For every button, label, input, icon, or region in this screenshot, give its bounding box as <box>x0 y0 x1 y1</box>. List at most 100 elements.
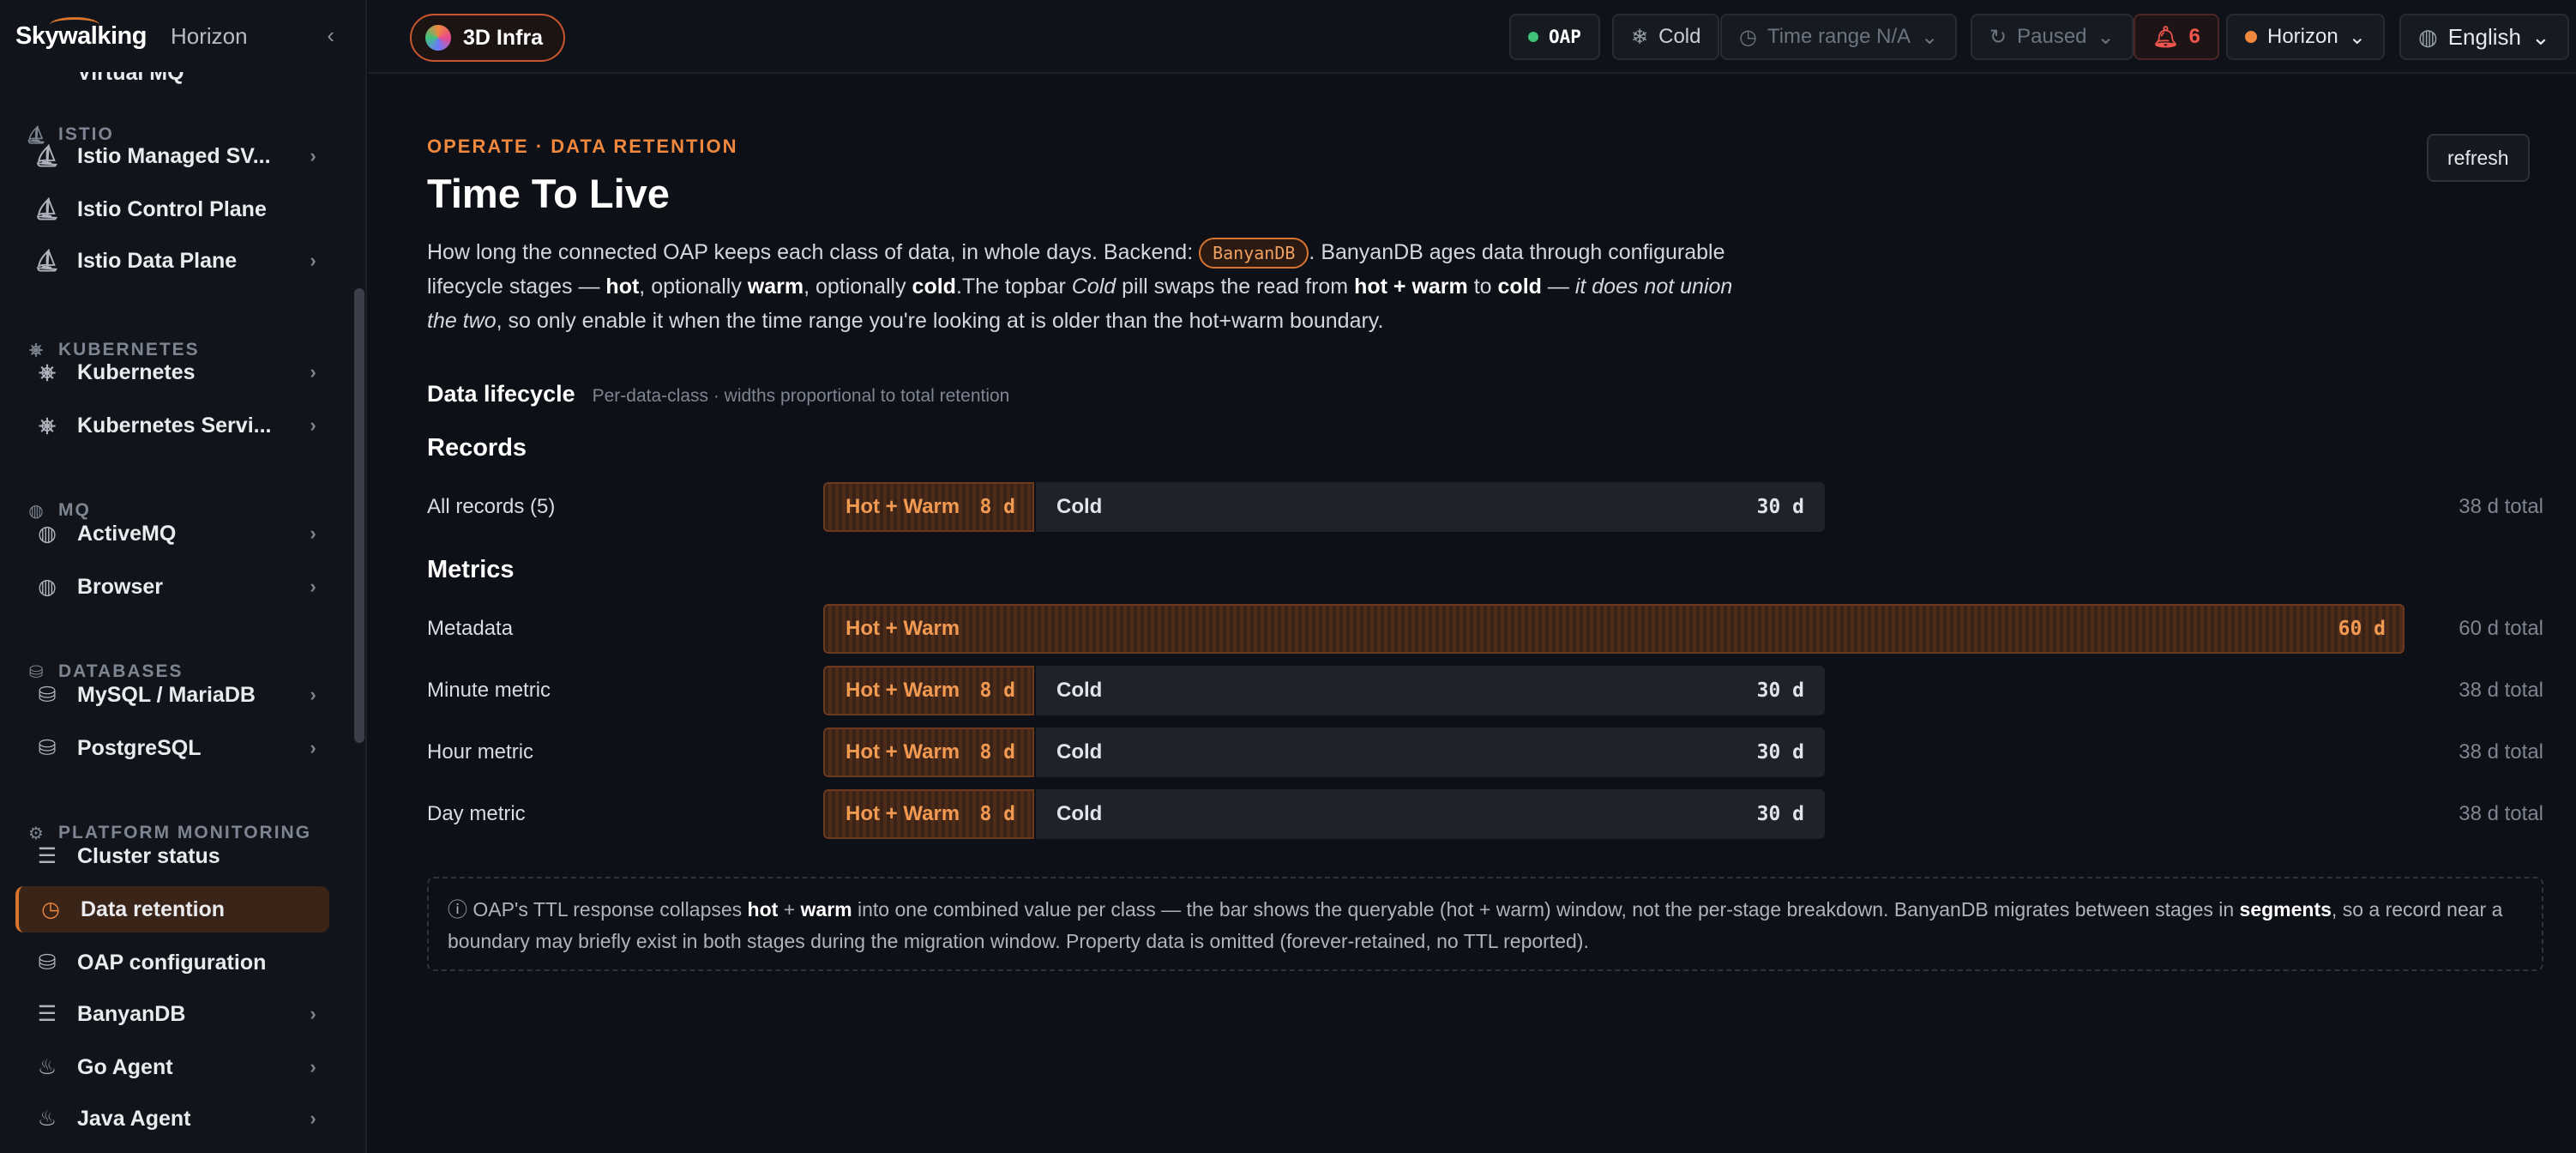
sidebar-item-label: MySQL / MariaDB <box>77 682 256 707</box>
page-description: How long the connected OAP keeps each cl… <box>427 235 1765 338</box>
sidebar-item-oap-configuration[interactable]: ⛁ OAP configuration <box>15 939 329 986</box>
alarms-button[interactable]: 🔔︎ 6 <box>2134 14 2219 60</box>
row-label: Minute metric <box>427 679 551 702</box>
topbar: 3D Infra OAP ❄ Cold ◷ Time range N/A ⌄ ↻… <box>369 0 2576 74</box>
sidebar-item-postgresql[interactable]: ⛁ PostgreSQL › <box>15 725 329 771</box>
cube-icon <box>425 25 451 51</box>
hot-warm-segment: Hot + Warm 8 d <box>823 727 1034 777</box>
layer-selector[interactable]: Horizon ⌄ <box>2226 14 2385 60</box>
chevron-down-icon: ⌄ <box>2097 25 2115 49</box>
main-content: OPERATE · DATA RETENTION refresh Time To… <box>369 75 2576 1153</box>
chevron-down-icon: ⌄ <box>2531 23 2550 50</box>
sidebar-item-kubernetes-servi[interactable]: ⎈ Kubernetes Servi... › <box>15 402 329 449</box>
hot-warm-segment: Hot + Warm 8 d <box>823 482 1034 532</box>
time-range-picker[interactable]: ◷ Time range N/A ⌄ <box>1720 14 1958 60</box>
sidebar-item-kubernetes[interactable]: ⎈ Kubernetes › <box>15 349 329 395</box>
sail-icon: ⛵︎ <box>33 143 61 168</box>
sidebar-item-java-agent[interactable]: ♨ Java Agent › <box>15 1096 329 1142</box>
language-selector[interactable]: ◍ English ⌄ <box>2399 14 2569 60</box>
row-total: 38 d total <box>2459 679 2543 702</box>
note-warm: warm <box>800 898 852 921</box>
sidebar-item-activemq[interactable]: ◍ ActiveMQ › <box>15 510 329 557</box>
sidebar-item-label: Istio Control Plane <box>77 196 267 221</box>
chevron-right-icon: › <box>310 361 316 383</box>
hot-warm-label: Hot + Warm <box>846 617 960 640</box>
hot-warm-segment: Hot + Warm 8 d <box>823 666 1034 715</box>
desc-text: pill swaps the read from <box>1116 275 1355 299</box>
chevron-right-icon: › <box>310 737 316 758</box>
collapse-sidebar-icon[interactable]: ‹ <box>327 22 334 49</box>
cold-label: Cold <box>1056 495 1103 518</box>
lifecycle-header: Data lifecycle Per-data-class · widths p… <box>427 381 1009 407</box>
hot-warm-value: 8 d <box>979 679 1015 702</box>
skywalking-logo[interactable]: Skywalking <box>15 16 147 51</box>
sidebar-item-mysql-mariadb[interactable]: ⛁ MySQL / MariaDB › <box>15 672 329 718</box>
desc-cold-pill: Cold <box>1071 275 1116 299</box>
desc-text: , optionally <box>639 275 748 299</box>
paused-label: Paused <box>2017 25 2087 48</box>
sidebar-item-browser[interactable]: ◍ Browser › <box>15 564 329 610</box>
sidebar-item-istio-managed-sv[interactable]: ⛵︎ Istio Managed SV... › <box>15 133 329 179</box>
auto-refresh-paused[interactable]: ↻ Paused ⌄ <box>1971 14 2134 60</box>
sail-icon: ⛵︎ <box>33 196 61 221</box>
cold-value: 30 d <box>1756 679 1804 702</box>
desc-hot-warm: hot + warm <box>1354 275 1468 299</box>
cold-value: 30 d <box>1756 803 1804 825</box>
cold-value: 30 d <box>1756 741 1804 764</box>
backend-badge: BanyanDB <box>1199 238 1309 269</box>
note-segments: segments <box>2239 898 2332 921</box>
sidebar-item-istio-data-plane[interactable]: ⛵︎ Istio Data Plane › <box>15 238 329 284</box>
row-label: Day metric <box>427 802 526 825</box>
sidebar-item-label: Istio Data Plane <box>77 248 238 273</box>
language-label: English <box>2447 23 2521 50</box>
bell-icon: 🔔︎ <box>2152 25 2179 49</box>
chevron-right-icon: › <box>310 1108 316 1129</box>
cold-segment: Cold 30 d <box>1034 666 1825 715</box>
retention-bar: Hot + Warm 8 d Cold 30 d <box>823 789 1825 839</box>
database-icon: ⛁ <box>38 951 57 975</box>
clock-icon: ◷ <box>41 897 60 921</box>
desc-text: How long the connected OAP keeps each cl… <box>427 240 1200 264</box>
cold-toggle-pill[interactable]: ❄ Cold <box>1612 14 1720 60</box>
database-icon: ⛁ <box>38 683 57 707</box>
sidebar-item-label: Java Agent <box>77 1106 191 1131</box>
desc-cold: cold <box>912 275 956 299</box>
cold-segment: Cold 30 d <box>1034 727 1825 777</box>
sidebar-scrollbar[interactable] <box>354 288 364 743</box>
sidebar-item-data-retention[interactable]: ◷ Data retention <box>15 886 329 933</box>
sidebar-item-banyandb[interactable]: ☰ BanyanDB › <box>15 991 329 1037</box>
breadcrumb: OPERATE · DATA RETENTION <box>427 136 738 157</box>
3d-infra-button[interactable]: 3D Infra <box>410 14 566 62</box>
chevron-right-icon: › <box>310 250 316 271</box>
sidebar-item-cluster-status[interactable]: ☰ Cluster status <box>15 833 329 879</box>
sidebar-item-label: PostgreSQL <box>77 735 202 760</box>
3d-infra-label: 3D Infra <box>463 25 544 50</box>
note-text: ⓘ OAP's TTL response collapses <box>448 898 748 921</box>
globe-icon: ◍ <box>38 522 57 546</box>
hot-warm-segment: Hot + Warm 8 d <box>823 789 1034 839</box>
retention-bar: Hot + Warm 8 d Cold 30 d <box>823 666 1825 715</box>
row-total: 60 d total <box>2459 617 2543 640</box>
group-title: Metrics <box>427 556 515 583</box>
oap-status-pill[interactable]: OAP <box>1509 14 1600 60</box>
helm-icon: ⎈ <box>38 413 56 438</box>
refresh-icon: ↻ <box>1989 25 2007 49</box>
cold-label: Cold <box>1056 802 1103 825</box>
desc-cold: cold <box>1497 275 1542 299</box>
flame-icon: ♨ <box>37 1055 57 1079</box>
snowflake-icon: ❄ <box>1631 25 1649 49</box>
sidebar-item-label: Go Agent <box>77 1054 173 1079</box>
hot-warm-segment: Hot + Warm 60 d <box>823 604 2404 654</box>
cold-segment: Cold 30 d <box>1034 482 1825 532</box>
sidebar-item-go-agent[interactable]: ♨ Go Agent › <box>15 1044 329 1090</box>
lifecycle-subtitle: Per-data-class · widths proportional to … <box>592 386 1010 406</box>
cold-segment: Cold 30 d <box>1034 789 1825 839</box>
row-label: Metadata <box>427 617 514 640</box>
refresh-button[interactable]: refresh <box>2427 134 2530 182</box>
retention-bar: Hot + Warm 8 d Cold 30 d <box>823 482 1825 532</box>
sidebar-item-label: ActiveMQ <box>77 521 177 546</box>
cold-label: Cold <box>1056 679 1103 702</box>
clock-icon: ◷ <box>1739 25 1757 49</box>
sidebar-item-istio-control-plane[interactable]: ⛵︎ Istio Control Plane <box>15 186 329 232</box>
hot-warm-value: 8 d <box>979 803 1015 825</box>
